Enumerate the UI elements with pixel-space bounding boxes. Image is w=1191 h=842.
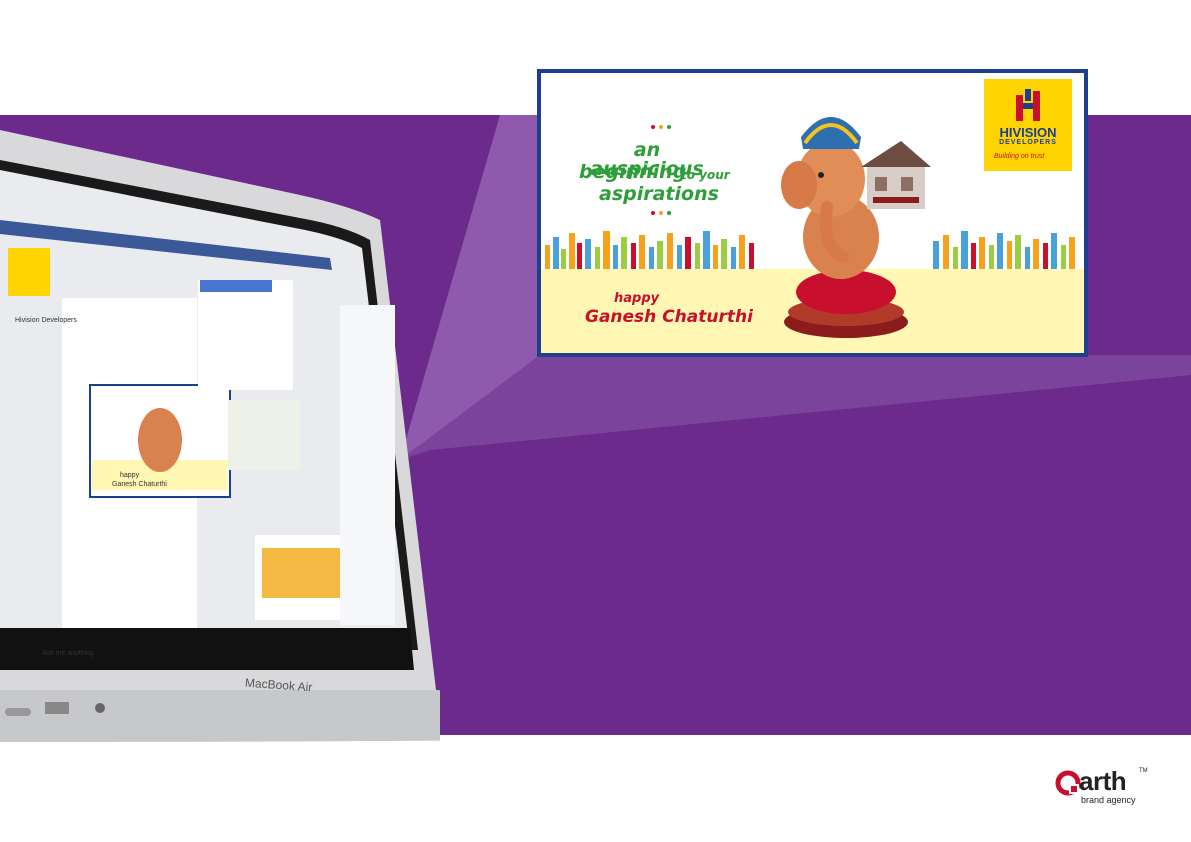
tagline-line3: aspirations (599, 183, 719, 205)
brand-logo-name: HIVISION (999, 125, 1057, 140)
arth-mark-icon (1055, 770, 1081, 796)
brand-logo-sub: DEVELOPERS (999, 139, 1057, 146)
tagline-line2-a: beginning (579, 161, 687, 183)
ganesha-idol-illustration (781, 117, 931, 338)
laptop-mockup: Hivision Developers Ask me anything happ… (0, 130, 440, 742)
agency-trademark: TM (1139, 768, 1148, 774)
post-festival: Ganesh Chaturthi (112, 481, 167, 488)
brand-logo: HIVISION DEVELOPERS Building on trust (984, 79, 1072, 171)
greeting-text: happy (614, 291, 660, 306)
page-title: Hivision Developers (15, 317, 77, 324)
post-greeting: happy (120, 472, 140, 479)
festival-name: Ganesh Chaturthi (585, 307, 753, 327)
agency-logo: arth TM brand agency (1055, 766, 1165, 808)
decor-dots-bottom (651, 211, 671, 215)
festival-creative: an auspicious beginning to your aspirati… (537, 69, 1088, 357)
decor-dots-top (651, 125, 671, 129)
brand-logo-tagline: Building on trust (994, 153, 1045, 160)
tagline-line2-b: to your (681, 168, 730, 182)
building-logo-icon (1016, 89, 1040, 121)
agency-name: arth (1079, 766, 1127, 796)
taskbar-search-text: Ask me anything (42, 650, 94, 657)
agency-descriptor: brand agency (1081, 795, 1136, 805)
